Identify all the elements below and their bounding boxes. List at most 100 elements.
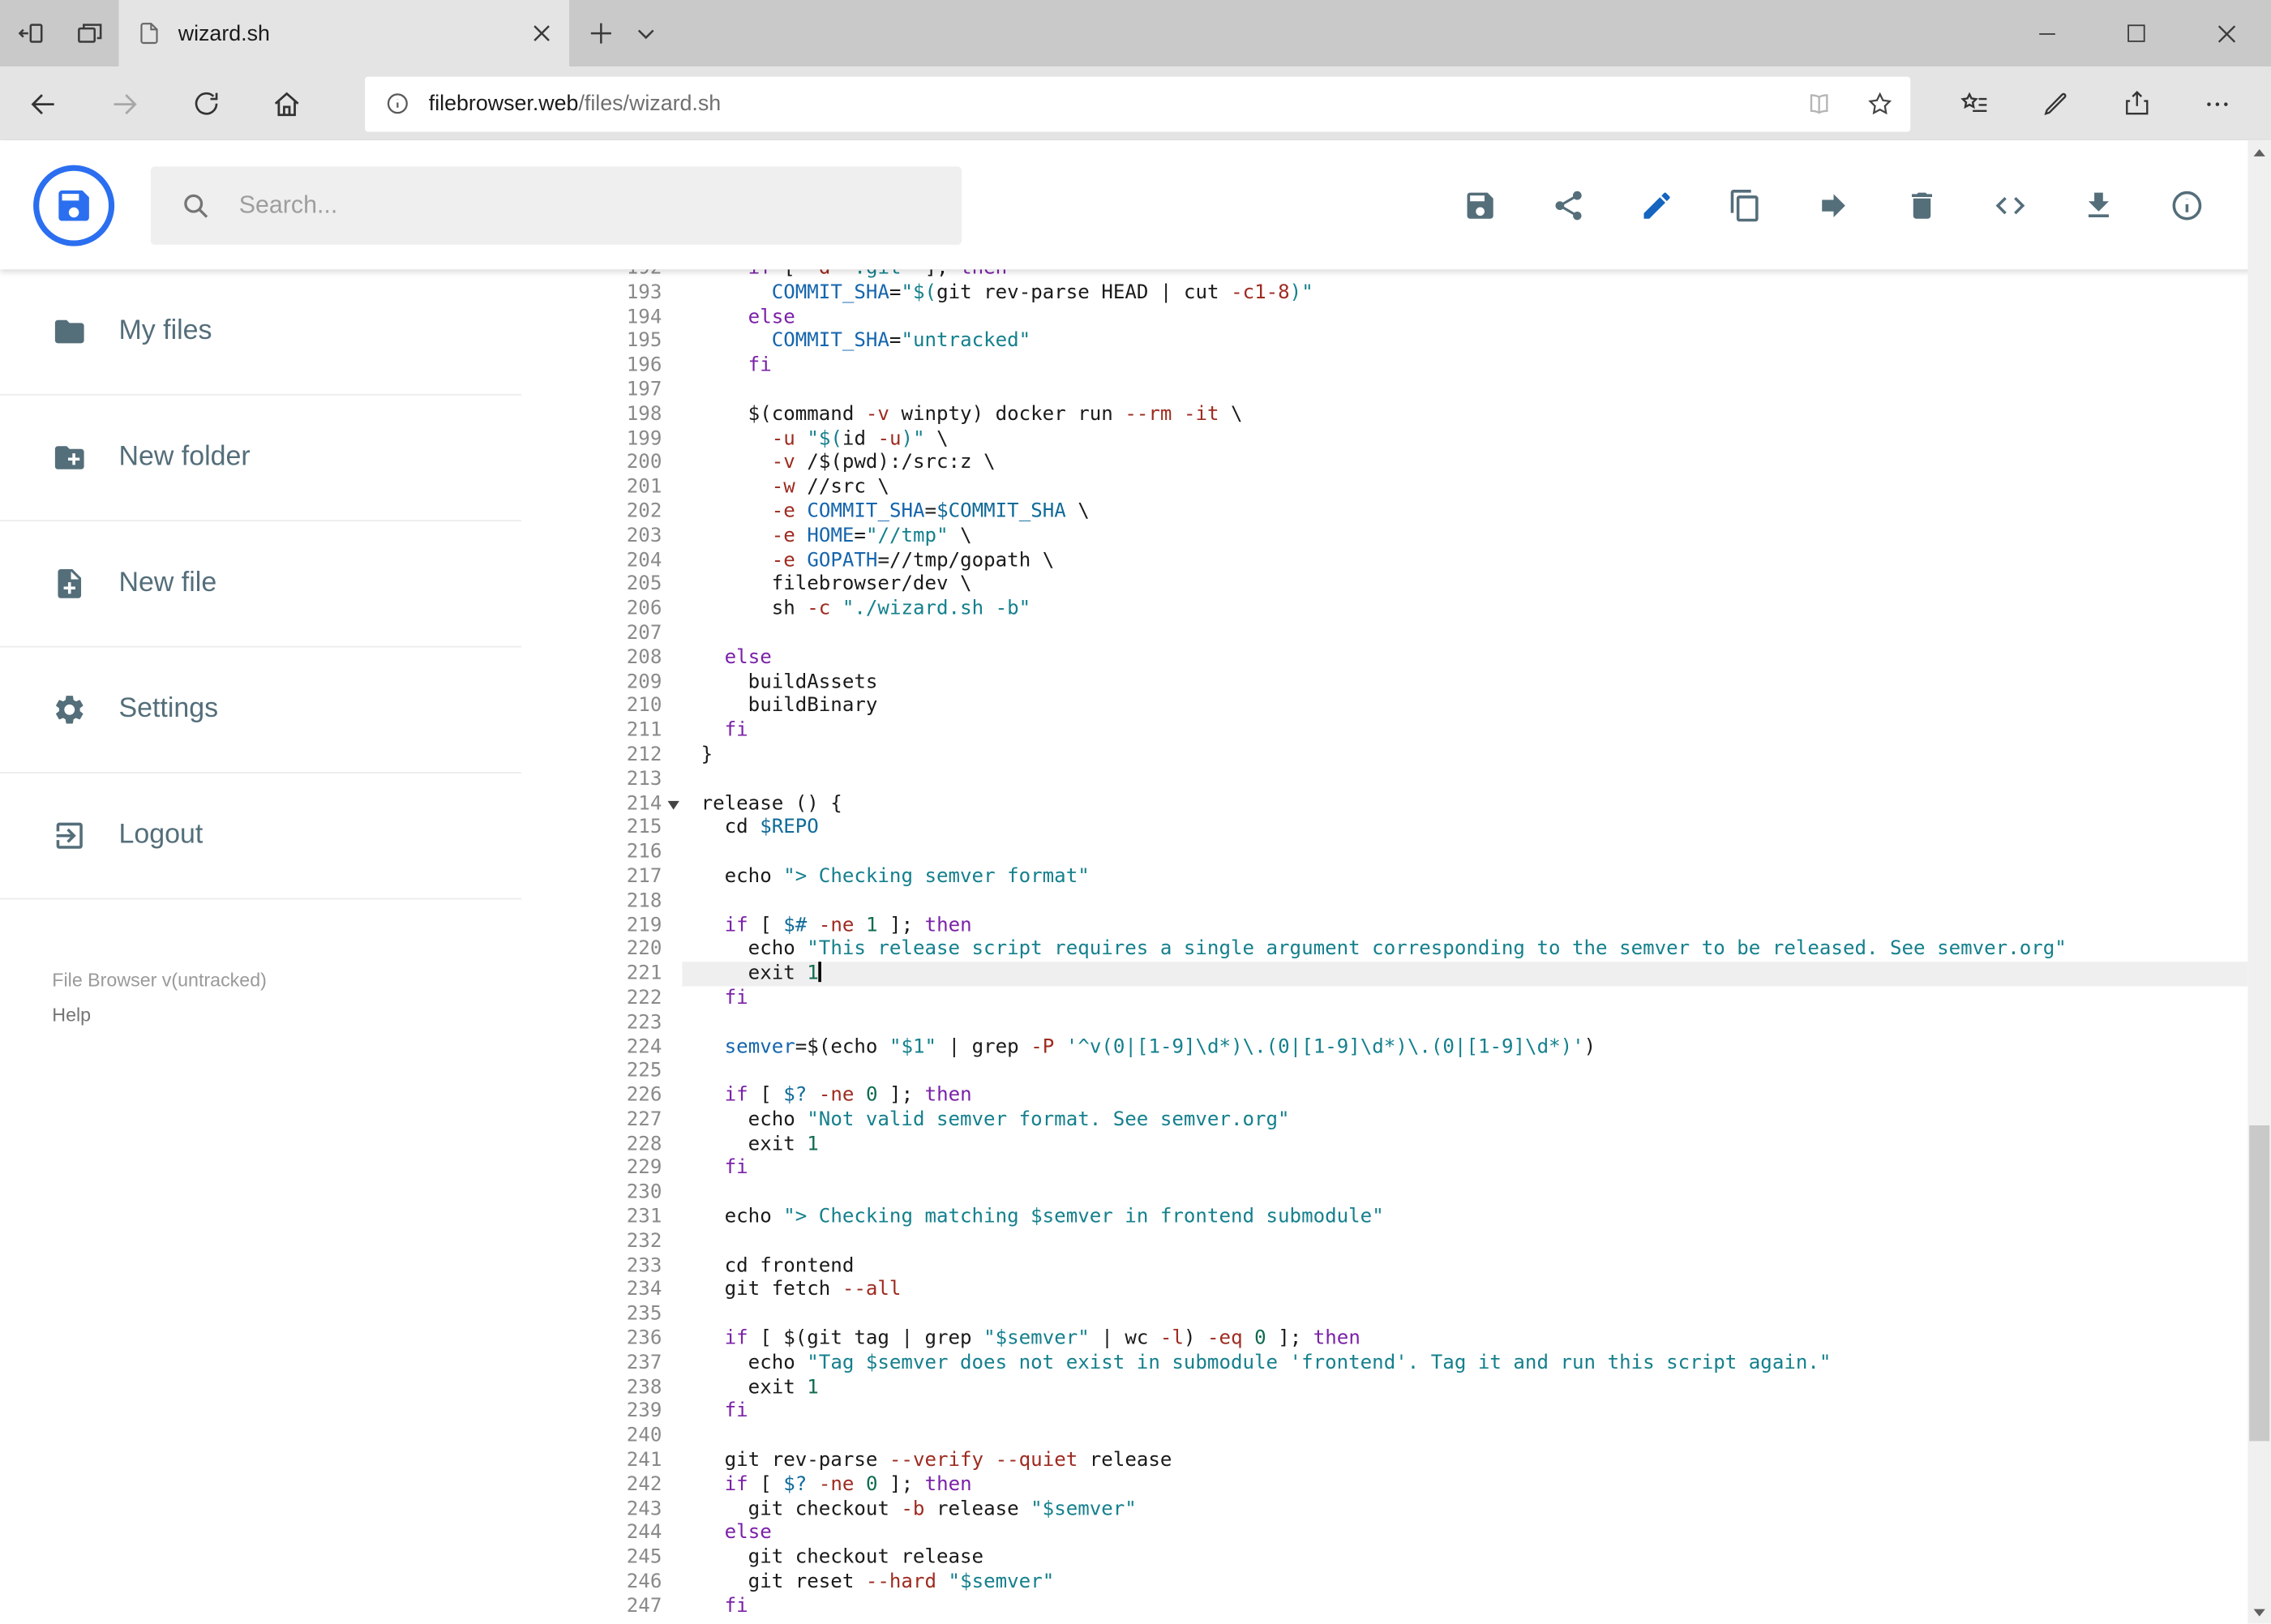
code-line[interactable]: 219 if [ $# -ne 1 ]; then bbox=[580, 913, 2248, 937]
code-line[interactable]: 192 if [ -d ".git" ]; then bbox=[580, 269, 2248, 281]
code-line[interactable]: 247 fi bbox=[580, 1594, 2248, 1618]
code-line[interactable]: 221 exit 1 bbox=[580, 962, 2248, 987]
download-icon[interactable] bbox=[2081, 187, 2116, 222]
code-line[interactable]: 231 echo "> Checking matching $semver in… bbox=[580, 1205, 2248, 1229]
tab-close-icon[interactable] bbox=[533, 24, 550, 41]
code-line[interactable]: 236 if [ $(git tag | grep "$semver" | wc… bbox=[580, 1326, 2248, 1351]
code-line[interactable]: 207 bbox=[580, 621, 2248, 645]
sidebar-item-settings[interactable]: Settings bbox=[0, 647, 522, 773]
code-line[interactable]: 214 release () { bbox=[580, 791, 2248, 816]
code-line[interactable]: 212} bbox=[580, 743, 2248, 767]
code-line[interactable]: 224 semver=$(echo "$1" | grep -P '^v(0|[… bbox=[580, 1035, 2248, 1059]
code-line[interactable]: 200 -v /$(pwd):/src:z \ bbox=[580, 451, 2248, 475]
browser-tab[interactable]: wizard.sh bbox=[118, 0, 570, 67]
address-bar[interactable]: filebrowser.web/files/wizard.sh bbox=[365, 75, 1911, 131]
add-favorite-star-icon[interactable] bbox=[1849, 76, 1910, 131]
code-line[interactable]: 227 echo "Not valid semver format. See s… bbox=[580, 1108, 2248, 1132]
code-editor[interactable]: 192 if [ -d ".git" ]; then193 COMMIT_SHA… bbox=[579, 269, 2248, 1624]
sidebar-item-logout[interactable]: Logout bbox=[0, 773, 522, 900]
code-line[interactable]: 209 buildAssets bbox=[580, 670, 2248, 694]
fold-marker-icon[interactable] bbox=[667, 800, 679, 809]
sidebar-item-new-folder[interactable]: New folder bbox=[0, 396, 522, 522]
reading-view-icon[interactable] bbox=[1789, 76, 1849, 131]
code-line[interactable]: 243 git checkout -b release "$semver" bbox=[580, 1497, 2248, 1521]
code-line[interactable]: 228 exit 1 bbox=[580, 1132, 2248, 1156]
code-line[interactable]: 202 -e COMMIT_SHA=$COMMIT_SHA \ bbox=[580, 499, 2248, 524]
tabs-set-aside-icon[interactable] bbox=[75, 19, 105, 48]
sidebar-item-new-file[interactable]: New file bbox=[0, 521, 522, 648]
scroll-down-arrow-icon[interactable] bbox=[2247, 1600, 2271, 1624]
delete-icon[interactable] bbox=[1905, 187, 1939, 222]
code-line[interactable]: 220 echo "This release script requires a… bbox=[580, 937, 2248, 962]
code-line[interactable]: 213 bbox=[580, 767, 2248, 791]
code-line[interactable]: 223 bbox=[580, 1010, 2248, 1035]
code-line[interactable]: 239 fi bbox=[580, 1399, 2248, 1424]
refresh-icon[interactable] bbox=[177, 75, 234, 132]
code-line[interactable]: 222 fi bbox=[580, 986, 2248, 1010]
filebrowser-logo-icon[interactable] bbox=[33, 164, 115, 246]
code-line[interactable]: 206 sh -c "./wizard.sh -b" bbox=[580, 597, 2248, 621]
code-line[interactable]: 226 if [ $? -ne 0 ]; then bbox=[580, 1083, 2248, 1108]
more-options-icon[interactable] bbox=[2188, 75, 2246, 132]
code-line[interactable]: 194 else bbox=[580, 305, 2248, 329]
code-line[interactable]: 211 fi bbox=[580, 718, 2248, 743]
edit-pencil-icon[interactable] bbox=[1639, 187, 1674, 222]
code-line[interactable]: 193 COMMIT_SHA="$(git rev-parse HEAD | c… bbox=[580, 281, 2248, 305]
maximize-button[interactable] bbox=[2091, 0, 2181, 66]
code-line[interactable]: 204 -e GOPATH=//tmp/gopath \ bbox=[580, 548, 2248, 572]
code-line[interactable]: 241 git rev-parse --verify --quiet relea… bbox=[580, 1448, 2248, 1472]
home-icon[interactable] bbox=[258, 75, 315, 132]
code-line[interactable]: 216 bbox=[580, 840, 2248, 864]
forward-icon[interactable] bbox=[96, 75, 153, 132]
code-line[interactable]: 198 $(command -v winpty) docker run --rm… bbox=[580, 402, 2248, 426]
code-line[interactable]: 245 git checkout release bbox=[580, 1545, 2248, 1570]
save-icon[interactable] bbox=[1463, 187, 1498, 222]
info-icon[interactable] bbox=[2170, 187, 2205, 222]
code-line[interactable]: 240 bbox=[580, 1424, 2248, 1448]
code-line[interactable]: 199 -u "$(id -u)" \ bbox=[580, 426, 2248, 451]
minimize-button[interactable] bbox=[2002, 0, 2092, 66]
code-line[interactable]: 237 echo "Tag $semver does not exist in … bbox=[580, 1351, 2248, 1375]
code-line[interactable]: 205 filebrowser/dev \ bbox=[580, 572, 2248, 597]
hub-favorites-icon[interactable] bbox=[1945, 75, 2003, 132]
help-link[interactable]: Help bbox=[52, 1001, 579, 1031]
code-line[interactable]: 196 fi bbox=[580, 354, 2248, 378]
search-box[interactable] bbox=[150, 165, 962, 245]
share-page-icon[interactable] bbox=[2107, 75, 2165, 132]
code-line[interactable]: 232 bbox=[580, 1229, 2248, 1253]
code-line[interactable]: 246 git reset --hard "$semver" bbox=[580, 1570, 2248, 1594]
code-line[interactable]: 217 echo "> Checking semver format" bbox=[580, 864, 2248, 889]
copy-icon[interactable] bbox=[1728, 187, 1763, 222]
code-line[interactable]: 234 git fetch --all bbox=[580, 1278, 2248, 1302]
page-scrollbar[interactable] bbox=[2247, 140, 2271, 1624]
code-line[interactable]: 229 fi bbox=[580, 1156, 2248, 1181]
code-line[interactable]: 230 bbox=[580, 1181, 2248, 1205]
annotate-pen-icon[interactable] bbox=[2026, 75, 2084, 132]
code-line[interactable]: 238 exit 1 bbox=[580, 1375, 2248, 1399]
code-line[interactable]: 210 buildBinary bbox=[580, 694, 2248, 718]
code-line[interactable]: 218 bbox=[580, 889, 2248, 913]
code-line[interactable]: 208 else bbox=[580, 645, 2248, 670]
new-tab-icon[interactable] bbox=[589, 22, 613, 45]
code-line[interactable]: 201 -w //src \ bbox=[580, 475, 2248, 499]
close-window-button[interactable] bbox=[2181, 0, 2271, 66]
code-line[interactable]: 203 -e HOME="//tmp" \ bbox=[580, 524, 2248, 548]
code-line[interactable]: 233 cd frontend bbox=[580, 1253, 2248, 1278]
code-line[interactable]: 242 if [ $? -ne 0 ]; then bbox=[580, 1472, 2248, 1497]
site-info-icon[interactable] bbox=[365, 92, 429, 116]
code-view-icon[interactable] bbox=[1993, 187, 2028, 222]
scroll-up-arrow-icon[interactable] bbox=[2247, 140, 2271, 164]
code-line[interactable]: 195 COMMIT_SHA="untracked" bbox=[580, 329, 2248, 354]
code-line[interactable]: 235 bbox=[580, 1302, 2248, 1326]
code-line[interactable]: 225 bbox=[580, 1059, 2248, 1083]
sidebar-item-my-files[interactable]: My files bbox=[0, 269, 522, 396]
back-icon[interactable] bbox=[15, 75, 72, 132]
code-line[interactable]: 215 cd $REPO bbox=[580, 816, 2248, 840]
share-icon[interactable] bbox=[1551, 187, 1586, 222]
set-tabs-aside-icon[interactable] bbox=[17, 19, 46, 48]
code-line[interactable]: 197 bbox=[580, 378, 2248, 402]
code-line[interactable]: 244 else bbox=[580, 1521, 2248, 1545]
scrollbar-thumb[interactable] bbox=[2249, 1125, 2270, 1442]
search-input[interactable] bbox=[236, 189, 880, 221]
tab-preview-chevron-icon[interactable] bbox=[636, 24, 656, 44]
